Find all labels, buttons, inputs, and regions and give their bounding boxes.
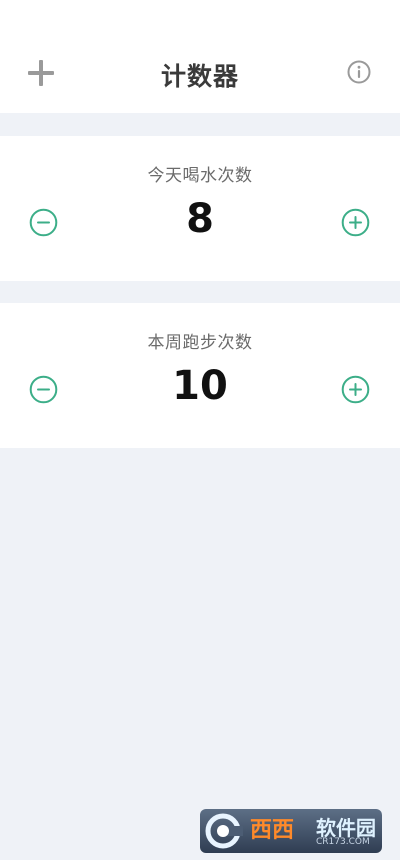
info-button[interactable]: [347, 60, 371, 84]
counter-value: 10: [172, 363, 228, 409]
counter-value: 8: [186, 196, 214, 242]
counter-card: 今天喝水次数 8: [0, 136, 400, 281]
plus-circle-icon: [341, 375, 370, 404]
watermark-logo-icon: [205, 813, 243, 849]
info-icon: [347, 60, 371, 84]
counter-app: 计数器 今天喝水次数 8 本周跑步次数 10 西西 软件园 CR173.COM: [0, 0, 400, 860]
page-title: 计数器: [160, 62, 239, 91]
increment-button[interactable]: [341, 375, 370, 404]
site-watermark: 西西 软件园 CR173.COM: [200, 809, 382, 853]
app-header: 计数器: [0, 0, 400, 113]
plus-circle-icon: [341, 208, 370, 237]
watermark-domain: CR173.COM: [316, 837, 370, 847]
counter-label: 本周跑步次数: [147, 333, 253, 353]
counter-card: 本周跑步次数 10: [0, 303, 400, 448]
counter-label: 今天喝水次数: [147, 166, 253, 186]
increment-button[interactable]: [341, 208, 370, 237]
watermark-brand: 西西: [250, 818, 295, 843]
